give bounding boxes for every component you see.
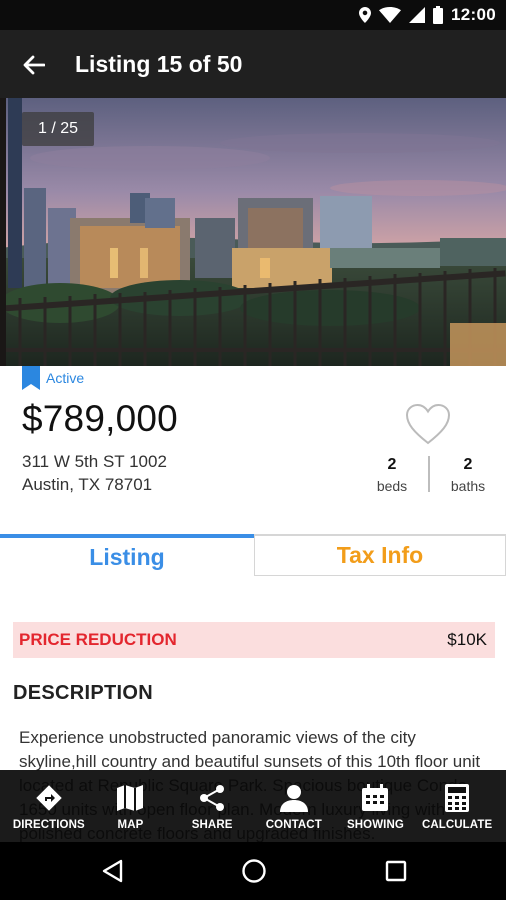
listing-address: 311 W 5th ST 1002 Austin, TX 78701 [22,450,167,496]
status-time: 12:00 [451,5,496,24]
beds-value: 2 [387,456,397,473]
listing-price: $789,000 [22,398,178,439]
wifi-icon [379,7,402,23]
calculate-button[interactable]: CALCULATE [420,770,494,842]
map-button[interactable]: MAP [93,770,167,842]
recents-nav-icon [385,860,407,882]
description-heading: DESCRIPTION [13,682,153,704]
beds-label: beds [376,478,408,494]
stat-divider [428,456,430,492]
price-reduction-label: PRICE REDUCTION [19,630,177,649]
share-label: SHARE [191,819,233,831]
action-toolbar: DIRECTIONS MAP SHARE CONTACT SHOWING CAL… [0,770,506,842]
photo-counter: 1 / 25 [22,112,94,146]
showing-button[interactable]: SHOWING [338,770,412,842]
nav-back-button[interactable] [97,856,127,886]
system-nav-bar [0,842,506,900]
status-bar: 12:00 [0,0,506,30]
baths-label: baths [450,478,486,494]
calendar-icon [362,784,389,811]
contact-button[interactable]: CONTACT [257,770,331,842]
share-button[interactable]: SHARE [175,770,249,842]
beds-stat: 2 beds [362,456,422,494]
location-icon [359,7,372,23]
favorite-button[interactable] [404,402,452,450]
price-reduction-banner: PRICE REDUCTION $10K [13,622,495,658]
status-icons: 12:00 [359,4,496,26]
nav-recents-button[interactable] [381,856,411,886]
listing-photo[interactable]: 1 / 25 [0,98,506,366]
baths-stat: 2 baths [438,456,498,494]
price-reduction-value: $10K [447,630,487,649]
signal-icon [409,7,426,23]
calculator-icon [445,784,470,812]
home-nav-icon [242,859,266,883]
tab-listing[interactable]: Listing [0,534,254,576]
page-title: Listing 15 of 50 [75,51,243,77]
back-button[interactable] [18,49,50,81]
contact-label: CONTACT [265,819,322,831]
app-bar: Listing 15 of 50 [0,30,506,98]
contact-icon [279,785,308,812]
nav-home-button[interactable] [239,856,269,886]
directions-label: DIRECTIONS [12,819,85,831]
arrow-back-icon [23,55,45,75]
listing-status: Active [46,370,85,386]
heart-icon [405,403,451,445]
directions-button[interactable]: DIRECTIONS [12,770,86,842]
back-nav-icon [102,859,123,883]
share-icon [200,785,225,811]
tab-tax-info[interactable]: Tax Info [254,534,506,576]
address-line-1: 311 W 5th ST 1002 [22,452,167,471]
calculate-label: CALCULATE [421,819,493,831]
listing-status-tag: Active [22,366,84,390]
listing-tabs: Listing Tax Info [0,534,506,576]
baths-value: 2 [463,456,473,473]
battery-icon [433,6,444,24]
showing-label: SHOWING [346,819,404,831]
map-icon [117,785,144,811]
address-line-2: Austin, TX 78701 [22,475,153,494]
map-label: MAP [117,819,144,831]
bookmark-icon [22,366,40,390]
directions-icon [36,785,62,811]
